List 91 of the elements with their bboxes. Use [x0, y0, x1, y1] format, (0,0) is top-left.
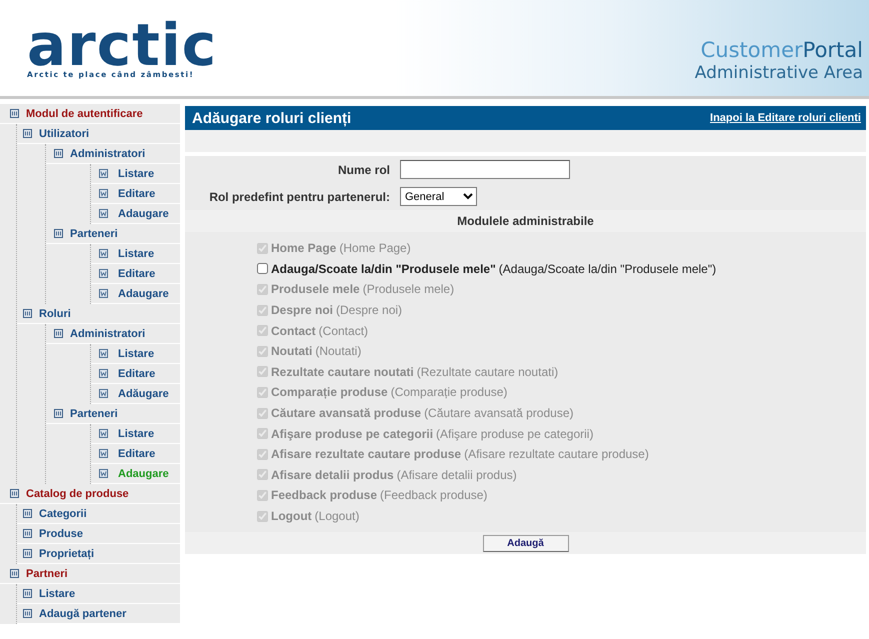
sidebar-item[interactable]: Listare [39, 588, 76, 600]
module-hint: (Rezultate cautare noutati) [416, 364, 558, 379]
sidebar-item[interactable]: Listare [118, 348, 154, 360]
sidebar-item[interactable]: Adăugare [118, 388, 169, 400]
sidebar-item[interactable]: Listare [118, 428, 154, 440]
page-icon [99, 289, 108, 298]
module-name: Rezultate cautare noutati [271, 364, 414, 379]
module-hint: (Despre noi) [336, 303, 402, 318]
sidebar-section[interactable]: Partneri [26, 568, 68, 580]
module-hint: (Contact) [318, 324, 368, 338]
modules-heading: Modulele administrabile [185, 210, 866, 232]
list-icon [23, 609, 32, 618]
list-icon [23, 509, 32, 518]
module-name: Contact [271, 324, 316, 338]
area-subtitle: Administrative Area [694, 63, 863, 83]
sidebar-item[interactable]: Categorii [39, 508, 87, 520]
list-icon [10, 569, 19, 578]
sidebar-item[interactable]: Listare [118, 168, 154, 180]
page-icon [99, 389, 108, 398]
role-name-input[interactable] [400, 160, 570, 179]
module-name: Produsele mele [271, 282, 360, 296]
module-name: Căutare avansată produse [271, 406, 422, 420]
field-label: Rol predefint pentru partenerul: [208, 190, 390, 204]
module-hint: (Noutati) [315, 344, 362, 358]
page-icon [99, 249, 108, 258]
list-icon [23, 549, 32, 558]
page-icon [99, 449, 108, 458]
page-icon [99, 209, 108, 218]
list-icon [54, 229, 63, 238]
module-name: Adauga/Scoate la/din "Produsele mele" [271, 262, 496, 276]
list-icon [23, 309, 32, 318]
sidebar-item[interactable]: Adaugare [118, 288, 169, 300]
module-hint: (Căutare avansată produse) [424, 406, 574, 420]
module-name: Noutati [271, 344, 312, 358]
module-name: Despre noi [271, 303, 334, 318]
sidebar-item[interactable]: Adaugare [118, 208, 169, 220]
sidebar-item[interactable]: Editare [118, 448, 156, 460]
page-title: Adăugare roluri clienți [192, 110, 352, 126]
sidebar-item[interactable]: Editare [118, 368, 156, 380]
module-hint: (Afişare produse pe categorii) [436, 426, 594, 441]
module-name: Feedback produse [271, 488, 378, 502]
page-icon [99, 269, 108, 278]
logo[interactable]: arctic [27, 22, 218, 68]
page-icon [99, 169, 108, 178]
sidebar-item[interactable]: Roluri [39, 308, 71, 320]
module-name: Comparație produse [271, 385, 388, 400]
add-button[interactable]: Adaugă [482, 534, 568, 552]
module-name: Home Page [271, 241, 336, 256]
list-icon [10, 109, 19, 118]
page-icon [99, 369, 108, 378]
module-hint: (Afisare rezultate cautare produse) [464, 447, 649, 462]
sidebar-section[interactable]: Modul de autentificare [26, 108, 143, 120]
page-icon [99, 349, 108, 358]
sidebar-item[interactable]: Editare [118, 188, 156, 200]
sidebar-item[interactable]: Adaugă partener [39, 608, 126, 620]
partner-role-select[interactable]: General [400, 187, 477, 206]
sidebar-item[interactable]: Administratori [70, 328, 146, 340]
module-hint: (Produsele mele) [362, 282, 454, 296]
list-icon [54, 329, 63, 338]
list-icon [23, 589, 32, 598]
back-link[interactable]: Inapoi la Editare roluri clienti [710, 112, 861, 124]
module-name: Afisare rezultate cautare produse [271, 447, 462, 462]
sidebar-item[interactable]: Utilizatori [39, 128, 90, 140]
sidebar-item[interactable]: Produse [39, 528, 84, 540]
module-hint: (Afisare detalii produs) [396, 468, 517, 482]
module-hint: (Adauga/Scoate la/din "Produsele mele") [498, 262, 716, 276]
module-name: Logout [271, 509, 312, 524]
sidebar-item[interactable]: Listare [118, 248, 154, 260]
module-hint: (Feedback produse) [380, 488, 488, 502]
list-icon [54, 409, 63, 418]
module-hint: (Logout) [314, 509, 360, 524]
module-checkbox[interactable] [257, 263, 268, 274]
list-icon [10, 489, 19, 498]
page-icon [99, 189, 108, 198]
module-name: Afisare detalii produs [271, 468, 394, 482]
page-icon [99, 469, 108, 478]
module-name: Afişare produse pe categorii [271, 426, 434, 441]
sidebar-item[interactable]: Parteneri [70, 408, 118, 420]
list-icon [23, 529, 32, 538]
sidebar-item[interactable]: Parteneri [70, 228, 118, 240]
sidebar-section[interactable]: Catalog de produse [26, 488, 129, 500]
list-icon [54, 149, 63, 158]
list-icon [23, 129, 32, 138]
sidebar-item[interactable]: Proprietați [39, 548, 94, 560]
field-label: Nume rol [336, 162, 390, 176]
sidebar-item[interactable]: Administratori [70, 148, 146, 160]
module-hint: (Comparație produse) [390, 385, 508, 400]
page-icon [99, 429, 108, 438]
module-hint: (Home Page) [339, 241, 411, 256]
sidebar-item[interactable]: Editare [118, 268, 156, 280]
portal-title: CustomerPortal [700, 38, 863, 62]
